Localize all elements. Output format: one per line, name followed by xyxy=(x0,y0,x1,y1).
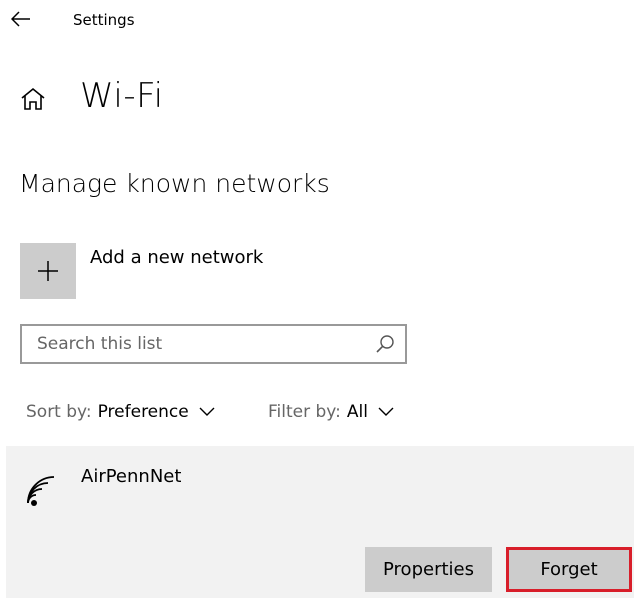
forget-button[interactable]: Forget xyxy=(506,547,632,592)
back-arrow-icon xyxy=(11,11,30,27)
sort-value: Preference xyxy=(97,402,189,422)
filter-label: Filter by: xyxy=(268,402,341,422)
filter-dropdown[interactable]: Filter by: All xyxy=(268,402,394,422)
sort-dropdown[interactable]: Sort by: Preference xyxy=(26,402,215,422)
plus-icon xyxy=(38,261,58,281)
network-list-item[interactable]: AirPennNet Properties Forget xyxy=(6,446,634,598)
settings-window: Settings Wi-Fi Manage known networks Add… xyxy=(0,0,634,598)
properties-button[interactable]: Properties xyxy=(365,547,492,592)
search-input[interactable] xyxy=(22,326,374,362)
add-network-tile[interactable] xyxy=(20,243,76,299)
search-box[interactable] xyxy=(20,324,407,364)
add-network-button[interactable]: Add a new network xyxy=(20,243,263,299)
app-title: Settings xyxy=(73,11,135,29)
wifi-signal-icon xyxy=(27,476,55,506)
sort-label: Sort by: xyxy=(26,402,92,422)
back-button[interactable] xyxy=(8,6,34,32)
page-title: Wi-Fi xyxy=(80,76,164,116)
network-name: AirPennNet xyxy=(81,466,182,487)
search-icon[interactable] xyxy=(374,333,396,355)
chevron-down-icon xyxy=(199,407,215,416)
add-network-label: Add a new network xyxy=(90,247,264,268)
chevron-down-icon xyxy=(378,407,394,416)
section-title: Manage known networks xyxy=(19,169,330,198)
home-icon[interactable] xyxy=(20,86,46,112)
filter-value: All xyxy=(346,402,368,422)
